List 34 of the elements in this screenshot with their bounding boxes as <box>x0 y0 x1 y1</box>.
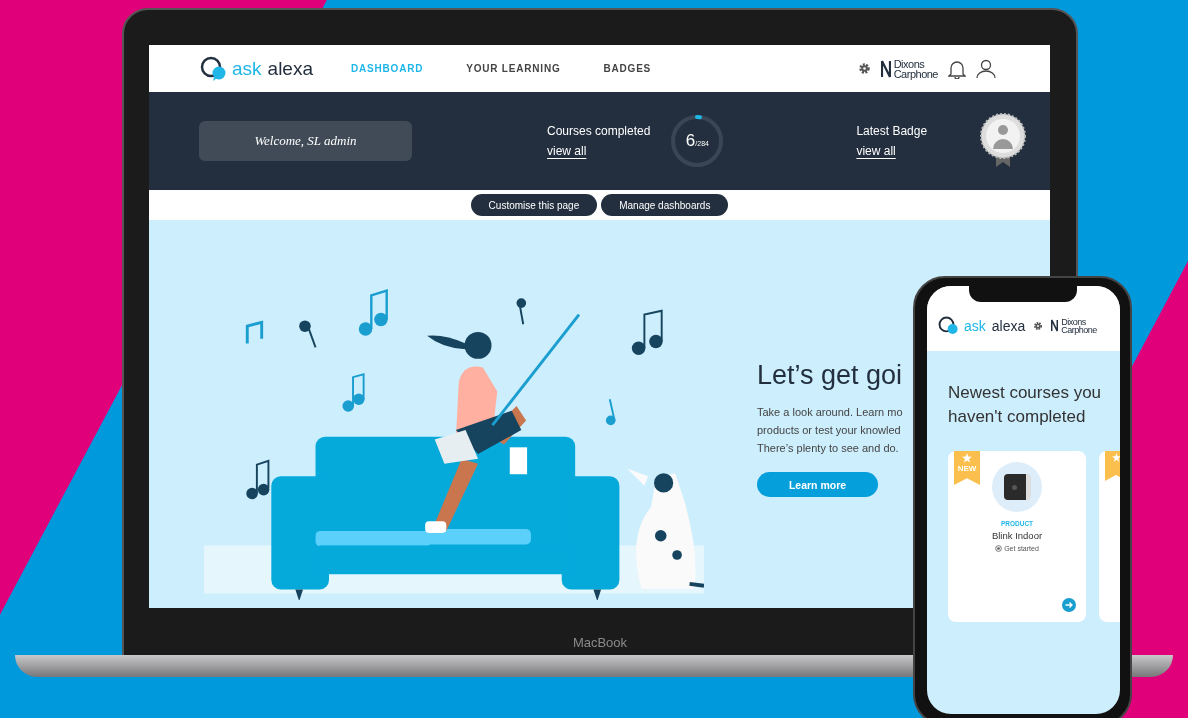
nav-tab[interactable]: BADGES <box>603 59 652 78</box>
speech-bubble-icon <box>937 315 959 336</box>
settings-icon[interactable] <box>1033 320 1044 331</box>
bell-icon[interactable] <box>948 58 966 79</box>
target-icon <box>995 545 1003 552</box>
action-button[interactable]: Manage dashboards <box>601 194 729 216</box>
arrow-right-icon[interactable] <box>1062 598 1076 612</box>
hero-description: Take a look around. Learn mo products or test your knowled There’s plenty to see and do. <box>757 405 904 456</box>
nav-tab[interactable]: YOUR LEARNING <box>466 59 561 78</box>
stat-label: Latest Badge <box>856 124 928 138</box>
stat-label: Courses completed <box>547 124 651 138</box>
logo[interactable]: ask alexa <box>199 55 313 82</box>
settings-icon[interactable] <box>857 62 871 75</box>
logo-text: ask <box>232 57 262 80</box>
device-label: MacBook <box>571 635 629 650</box>
action-button[interactable]: Customise this page <box>470 194 598 216</box>
logo-text: alexa <box>267 57 313 80</box>
ribbon-label: NEW <box>957 464 977 473</box>
speech-bubble-icon <box>199 55 227 82</box>
logo[interactable]: ask alexa <box>937 315 1026 336</box>
brand-logo: Dixons Carphone <box>880 58 938 79</box>
card-title: Blink Indoor <box>991 530 1043 541</box>
user-icon[interactable] <box>976 58 996 79</box>
view-all-link[interactable]: view all <box>547 144 587 158</box>
star-icon <box>962 453 972 463</box>
welcome-message: Welcome, SL admin <box>199 121 412 161</box>
camera-icon <box>992 462 1042 512</box>
logo-text: alexa <box>991 317 1026 334</box>
view-all-link[interactable]: view all <box>856 144 896 158</box>
brand-logo: Dixons Carphone <box>1051 317 1097 334</box>
section-heading: Newest courses you haven't completed <box>948 382 1103 428</box>
logo-text: ask <box>964 317 986 334</box>
badge-icon <box>980 113 1027 169</box>
hero-heading: Let’s get goi <box>757 360 904 391</box>
